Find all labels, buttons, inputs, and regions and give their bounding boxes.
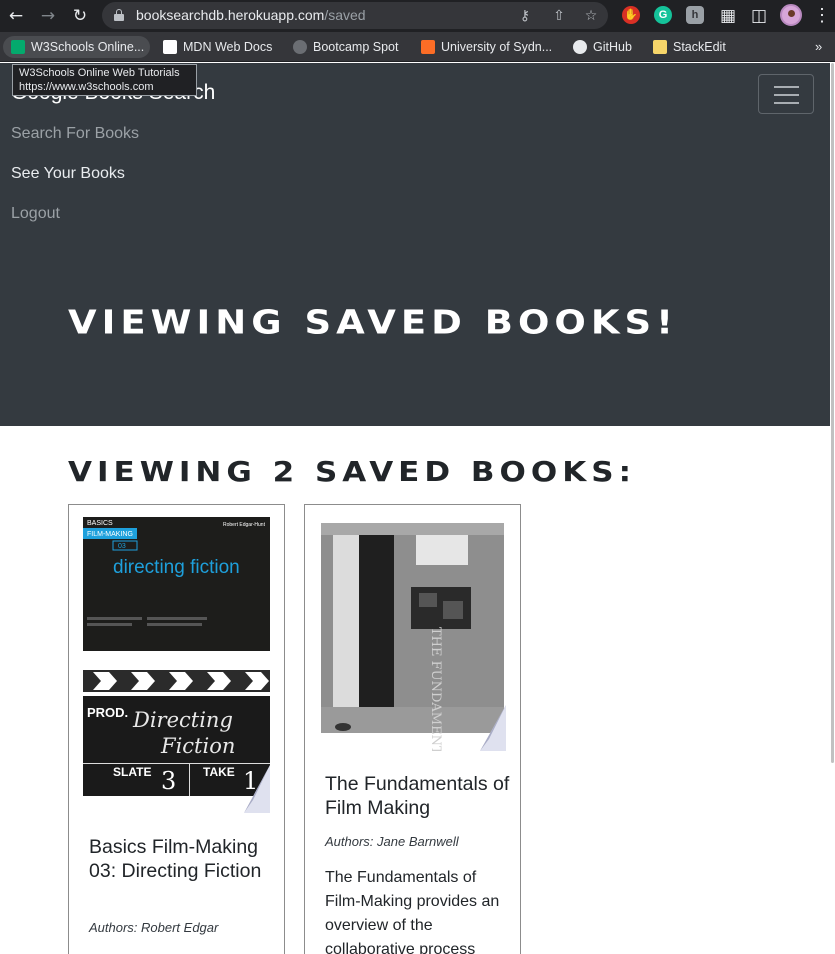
bookmark-label: StackEdit	[673, 40, 726, 54]
stop-extension-icon[interactable]: ✋	[622, 6, 640, 24]
browser-toolbar: ← → ↻ booksearchdb.herokuapp.com/saved ⚷…	[0, 0, 835, 32]
avatar[interactable]	[780, 4, 802, 26]
url-text[interactable]: booksearchdb.herokuapp.com/saved	[136, 7, 366, 23]
hamburger-line	[774, 86, 799, 88]
bookmarks-bar: W3Schools Online... MDN Web Docs Bootcam…	[0, 32, 835, 62]
clapper-title-line2: Fiction	[160, 734, 235, 758]
bookmark-label: Bootcamp Spot	[313, 40, 399, 54]
reload-icon[interactable]: ↻	[70, 6, 90, 26]
hamburger-line	[774, 94, 799, 96]
bookmark-w3schools[interactable]: W3Schools Online...	[3, 36, 151, 58]
cover-author: Robert Edgar-Hunt	[223, 522, 266, 528]
book-card: BASICS FILM-MAKING 03 Robert Edgar-Hunt …	[68, 504, 285, 954]
book-authors: Authors: Robert Edgar	[89, 920, 219, 935]
book-authors: Authors: Jane Barnwell	[325, 834, 459, 849]
cover-title: directing fiction	[113, 557, 240, 578]
hamburger-line	[774, 102, 799, 104]
globe-icon	[293, 40, 307, 54]
bookmark-label: MDN Web Docs	[183, 40, 273, 54]
navbar-toggler-button[interactable]	[758, 74, 814, 114]
bookmark-label: University of Sydn...	[441, 40, 553, 54]
book-card: THE FUNDAMENTALS OF FILM-MAKING The Fund…	[304, 504, 521, 954]
tooltip-title: W3Schools Online Web Tutorials	[19, 67, 180, 79]
bookmark-github[interactable]: GitHub	[565, 36, 638, 58]
nav-link-search[interactable]: Search For Books	[11, 125, 139, 143]
nav-link-logout[interactable]: Logout	[11, 205, 60, 223]
section-title: VIEWING 2 SAVED BOOKS:	[68, 456, 636, 489]
clapper-title-line1: Directing	[132, 708, 233, 732]
scrollbar-thumb[interactable]	[831, 63, 834, 763]
forward-arrow-icon[interactable]: →	[38, 6, 58, 26]
cover-number: 03	[118, 543, 126, 550]
clapper-prod: PROD.	[87, 705, 128, 720]
web-page: Google Books Search Search For Books See…	[0, 63, 835, 954]
book-cover-image[interactable]: THE FUNDAMENTALS OF FILM-MAKING	[319, 517, 506, 751]
bookmark-mdn[interactable]: MDN Web Docs	[155, 36, 278, 58]
bookmark-tooltip: W3Schools Online Web Tutorials https://w…	[12, 64, 197, 96]
sidepanel-icon[interactable]: ◫	[749, 6, 769, 26]
clapper-slate-number: 3	[161, 767, 176, 795]
bookmark-university[interactable]: University of Sydn...	[413, 36, 558, 58]
site-navbar: Google Books Search Search For Books See…	[0, 63, 830, 426]
mdn-icon	[163, 40, 177, 54]
cover-series: BASICS	[87, 520, 113, 527]
share-icon[interactable]: ⇧	[550, 7, 568, 25]
github-icon	[573, 40, 587, 54]
star-icon[interactable]: ☆	[582, 7, 600, 25]
extension-icon[interactable]: h	[686, 6, 704, 24]
w3schools-icon	[11, 40, 25, 54]
cover-spine-text: THE FUNDAMENTALS OF FILM-MAKING	[428, 627, 443, 751]
key-icon[interactable]: ⚷	[516, 7, 534, 25]
stackedit-icon	[653, 40, 667, 54]
book-title[interactable]: Basics Film-Making 03: Directing Fiction	[89, 835, 269, 883]
book-title[interactable]: The Fundamentals of Film Making	[325, 772, 510, 820]
bookmark-label: GitHub	[593, 40, 632, 54]
lock-icon[interactable]	[114, 9, 124, 21]
back-arrow-icon[interactable]: ←	[6, 6, 26, 26]
bookmark-bootcamp[interactable]: Bootcamp Spot	[285, 36, 404, 58]
clapper-take: TAKE	[203, 765, 235, 779]
kebab-menu-icon[interactable]: ⋮	[813, 4, 831, 26]
cover-subseries: FILM-MAKING	[87, 531, 133, 538]
clapper-take-number: 1	[243, 767, 258, 795]
tooltip-url: https://www.w3schools.com	[19, 81, 154, 93]
hero-title: VIEWING SAVED BOOKS!	[68, 303, 679, 342]
puzzle-icon[interactable]: ▦	[718, 6, 738, 26]
bookmark-stackedit[interactable]: StackEdit	[645, 36, 732, 58]
bookmark-label: W3Schools Online...	[31, 40, 145, 54]
chevron-double-right-icon[interactable]: »	[815, 39, 822, 54]
nav-link-saved[interactable]: See Your Books	[11, 165, 125, 183]
book-description: The Fundamentals of Film-Making provides…	[325, 869, 500, 954]
gitlab-icon	[421, 40, 435, 54]
book-cover-image[interactable]: BASICS FILM-MAKING 03 Robert Edgar-Hunt …	[83, 517, 270, 813]
address-bar[interactable]: booksearchdb.herokuapp.com/saved ⚷ ⇧ ☆	[102, 2, 608, 29]
clapper-slate: SLATE	[113, 765, 151, 779]
grammarly-icon[interactable]: G	[654, 6, 672, 24]
